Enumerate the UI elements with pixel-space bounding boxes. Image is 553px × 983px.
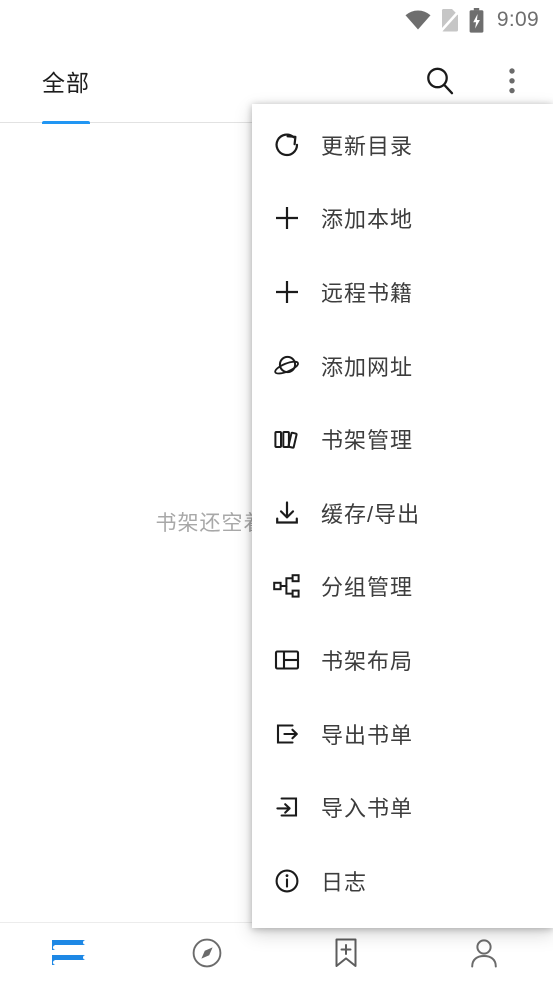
export-icon: [266, 713, 308, 755]
tab-all[interactable]: 全部: [42, 40, 90, 126]
status-bar: 9:09: [0, 0, 553, 40]
layout-icon: [266, 639, 308, 681]
menu-item-label: 书架布局: [321, 648, 414, 674]
menu-item-shelf-manage[interactable]: 书架管理: [252, 402, 553, 476]
menu-item-group-manage[interactable]: 分组管理: [252, 550, 553, 624]
overflow-menu: 更新目录 添加本地 远程书籍 添加网址 书架管理 缓存/导出 分组管理 书架布局…: [252, 104, 553, 928]
nav-item-booklist[interactable]: [277, 923, 415, 983]
plus-icon: [266, 197, 308, 239]
bottom-navigation: [0, 922, 553, 983]
menu-item-export-booklist[interactable]: 导出书单: [252, 697, 553, 771]
menu-item-add-url[interactable]: 添加网址: [252, 329, 553, 403]
menu-item-add-local[interactable]: 添加本地: [252, 182, 553, 256]
nav-item-bookshelf[interactable]: [0, 923, 138, 983]
compass-icon: [190, 936, 224, 970]
nav-item-discover[interactable]: [138, 923, 276, 983]
menu-item-remote-books[interactable]: 远程书籍: [252, 255, 553, 329]
download-icon: [266, 492, 308, 534]
books-icon: [266, 418, 308, 460]
planet-icon: [266, 345, 308, 387]
import-icon: [266, 786, 308, 828]
menu-item-shelf-layout[interactable]: 书架布局: [252, 623, 553, 697]
menu-item-label: 更新目录: [321, 133, 414, 159]
menu-item-label: 添加网址: [321, 354, 414, 380]
toolbar-actions: [417, 58, 553, 104]
menu-item-label: 添加本地: [321, 207, 414, 233]
menu-item-import-booklist[interactable]: 导入书单: [252, 770, 553, 844]
nav-item-profile[interactable]: [415, 923, 553, 983]
menu-item-label: 远程书籍: [321, 280, 414, 306]
no-sim-icon: [439, 8, 460, 32]
menu-item-refresh-catalog[interactable]: 更新目录: [252, 108, 553, 182]
status-time: 9:09: [496, 8, 539, 31]
bookshelf-icon: [48, 937, 90, 969]
menu-item-label: 书架管理: [321, 428, 414, 454]
overflow-menu-button[interactable]: [489, 58, 535, 104]
refresh-icon: [266, 124, 308, 166]
menu-item-label: 导出书单: [321, 722, 414, 748]
menu-item-label: 日志: [321, 869, 368, 895]
info-icon: [266, 860, 308, 902]
more-vert-icon: [507, 65, 517, 97]
search-icon: [424, 65, 456, 97]
sitemap-icon: [266, 565, 308, 607]
person-icon: [467, 936, 501, 970]
menu-item-label: 分组管理: [321, 575, 414, 601]
tab-all-label: 全部: [42, 70, 90, 96]
plus-icon: [266, 271, 308, 313]
menu-item-log[interactable]: 日志: [252, 844, 553, 918]
tab-bar: 全部: [0, 40, 90, 126]
menu-item-cache-export[interactable]: 缓存/导出: [252, 476, 553, 550]
wifi-icon: [405, 10, 431, 30]
bookmark-plus-icon: [330, 936, 362, 970]
battery-charging-icon: [469, 7, 484, 33]
menu-item-label: 缓存/导出: [321, 501, 421, 527]
search-button[interactable]: [417, 58, 463, 104]
menu-item-label: 导入书单: [321, 796, 414, 822]
